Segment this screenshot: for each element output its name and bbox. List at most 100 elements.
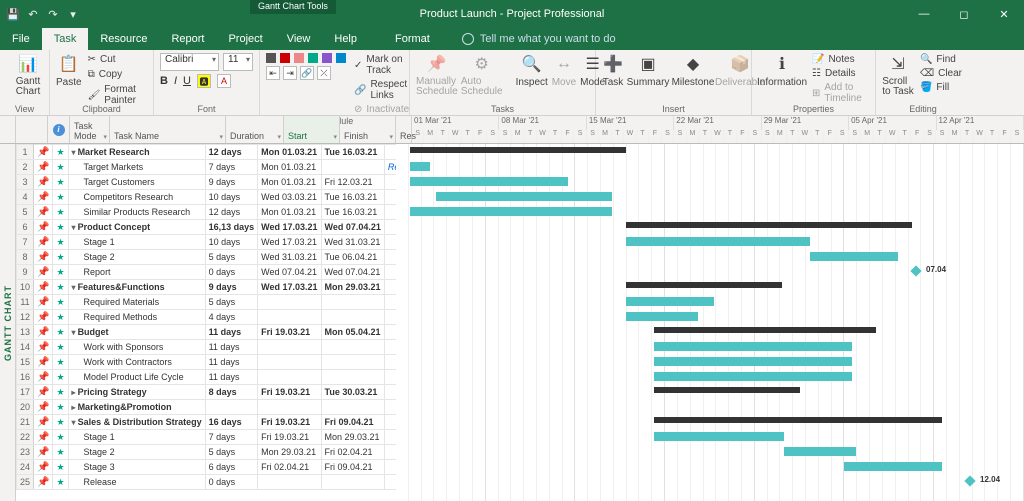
task-mode-cell[interactable]: ★ bbox=[53, 145, 68, 160]
table-row[interactable]: 21📌★▾Sales & Distribution Strategy16 day… bbox=[17, 415, 397, 430]
resource-cell[interactable] bbox=[384, 370, 396, 385]
task-name-cell[interactable]: ▸Marketing&Promotion bbox=[68, 400, 205, 415]
task-mode-cell[interactable]: ★ bbox=[53, 460, 68, 475]
resource-cell[interactable] bbox=[384, 175, 396, 190]
duration-cell[interactable]: 11 days bbox=[205, 325, 258, 340]
task-name-cell[interactable]: Stage 2 bbox=[68, 250, 205, 265]
task-bar[interactable] bbox=[654, 372, 852, 381]
task-name-cell[interactable]: Stage 2 bbox=[68, 445, 205, 460]
task-name-cell[interactable]: Stage 3 bbox=[68, 460, 205, 475]
duration-cell[interactable]: 0 days bbox=[205, 475, 258, 490]
task-name-cell[interactable]: Similar Products Research bbox=[68, 205, 205, 220]
outdent-button[interactable]: ⇤ bbox=[266, 66, 280, 80]
fill-button[interactable]: 🪣Fill bbox=[918, 81, 964, 94]
task-name-cell[interactable]: ▾Sales & Distribution Strategy bbox=[68, 415, 205, 430]
duration-cell[interactable]: 11 days bbox=[205, 370, 258, 385]
task-bar[interactable] bbox=[410, 177, 568, 186]
table-row[interactable]: 25📌★Release0 days bbox=[17, 475, 397, 490]
qat-dropdown-icon[interactable]: ▾ bbox=[66, 7, 80, 21]
start-cell[interactable]: Wed 03.03.21 bbox=[258, 190, 321, 205]
finish-cell[interactable]: Fri 02.04.21 bbox=[321, 445, 384, 460]
find-button[interactable]: 🔍Find bbox=[918, 53, 964, 66]
task-name-cell[interactable]: Target Markets bbox=[68, 160, 205, 175]
task-name-cell[interactable]: Work with Contractors bbox=[68, 355, 205, 370]
resource-cell[interactable]: Report bbox=[384, 160, 396, 175]
row-number[interactable]: 9 bbox=[17, 265, 34, 280]
start-cell[interactable]: Mon 29.03.21 bbox=[258, 445, 321, 460]
row-number-header[interactable] bbox=[16, 116, 48, 143]
row-number[interactable]: 22 bbox=[17, 430, 34, 445]
start-cell[interactable]: Fri 02.04.21 bbox=[258, 460, 321, 475]
task-mode-cell[interactable]: ★ bbox=[53, 325, 68, 340]
task-button[interactable]: ➕Task bbox=[602, 53, 624, 88]
task-bar[interactable] bbox=[626, 237, 810, 246]
finish-cell[interactable]: Wed 31.03.21 bbox=[321, 235, 384, 250]
summary-bar[interactable] bbox=[654, 327, 876, 333]
row-number[interactable]: 24 bbox=[17, 460, 34, 475]
info-cell[interactable]: 📌 bbox=[34, 145, 53, 160]
duration-cell[interactable]: 9 days bbox=[205, 175, 258, 190]
finish-cell[interactable] bbox=[321, 355, 384, 370]
duration-cell[interactable]: 11 days bbox=[205, 340, 258, 355]
table-row[interactable]: 24📌★Stage 36 daysFri 02.04.21Fri 09.04.2… bbox=[17, 460, 397, 475]
row-number[interactable]: 1 bbox=[17, 145, 34, 160]
task-bar[interactable] bbox=[410, 207, 612, 216]
duration-cell[interactable]: 12 days bbox=[205, 205, 258, 220]
notes-button[interactable]: 📝Notes bbox=[810, 53, 869, 66]
cut-button[interactable]: ✂Cut bbox=[86, 53, 147, 66]
resource-cell[interactable] bbox=[384, 250, 396, 265]
duration-cell[interactable]: 7 days bbox=[205, 160, 258, 175]
info-cell[interactable]: 📌 bbox=[34, 370, 53, 385]
task-mode-cell[interactable]: ★ bbox=[53, 265, 68, 280]
duration-cell[interactable]: 12 days bbox=[205, 145, 258, 160]
finish-cell[interactable] bbox=[321, 400, 384, 415]
row-number[interactable]: 5 bbox=[17, 205, 34, 220]
start-cell[interactable]: Wed 07.04.21 bbox=[258, 265, 321, 280]
table-row[interactable]: 17📌★▸Pricing Strategy8 daysFri 19.03.21T… bbox=[17, 385, 397, 400]
task-mode-cell[interactable]: ★ bbox=[53, 385, 68, 400]
row-number[interactable]: 8 bbox=[17, 250, 34, 265]
table-row[interactable]: 11📌★Required Materials5 days bbox=[17, 295, 397, 310]
task-name-cell[interactable]: ▾Product Concept bbox=[68, 220, 205, 235]
task-mode-cell[interactable]: ★ bbox=[53, 430, 68, 445]
font-family-select[interactable]: Calibri bbox=[160, 53, 219, 71]
info-cell[interactable]: 📌 bbox=[34, 235, 53, 250]
finish-header[interactable]: Finish▾ bbox=[340, 116, 396, 143]
info-cell[interactable]: 📌 bbox=[34, 430, 53, 445]
resource-cell[interactable] bbox=[384, 400, 396, 415]
info-column-header[interactable]: i bbox=[48, 116, 70, 143]
finish-cell[interactable]: Wed 07.04.21 bbox=[321, 265, 384, 280]
summary-bar[interactable] bbox=[626, 222, 912, 228]
save-icon[interactable]: 💾 bbox=[6, 7, 20, 21]
bold-button[interactable]: B bbox=[160, 75, 168, 87]
finish-cell[interactable]: Tue 16.03.21 bbox=[321, 205, 384, 220]
add-to-timeline-button[interactable]: ⊞Add to Timeline bbox=[810, 81, 869, 105]
fill-color-button[interactable]: 🅰 bbox=[197, 74, 211, 88]
row-number[interactable]: 21 bbox=[17, 415, 34, 430]
table-row[interactable]: 9📌★Report0 daysWed 07.04.21Wed 07.04.21 bbox=[17, 265, 397, 280]
respect-links-button[interactable]: 🔗Respect Links bbox=[352, 78, 411, 102]
table-row[interactable]: 3📌★Target Customers9 daysMon 01.03.21Fri… bbox=[17, 175, 397, 190]
task-name-cell[interactable]: Release bbox=[68, 475, 205, 490]
row-number[interactable]: 12 bbox=[17, 310, 34, 325]
task-name-cell[interactable]: ▾Market Research bbox=[68, 145, 205, 160]
duration-cell[interactable]: 5 days bbox=[205, 295, 258, 310]
table-row[interactable]: 10📌★▾Features&Functions9 daysWed 17.03.2… bbox=[17, 280, 397, 295]
start-cell[interactable] bbox=[258, 370, 321, 385]
resource-cell[interactable] bbox=[384, 310, 396, 325]
info-cell[interactable]: 📌 bbox=[34, 340, 53, 355]
clear-button[interactable]: ⌫Clear bbox=[918, 67, 964, 80]
resource-cell[interactable] bbox=[384, 325, 396, 340]
start-header[interactable]: Start▾ bbox=[284, 116, 340, 143]
row-number[interactable]: 15 bbox=[17, 355, 34, 370]
resource-cell[interactable] bbox=[384, 220, 396, 235]
resource-cell[interactable] bbox=[384, 430, 396, 445]
milestone-button[interactable]: ◆Milestone bbox=[672, 53, 714, 88]
finish-cell[interactable]: Tue 16.03.21 bbox=[321, 190, 384, 205]
task-name-header[interactable]: Task Name▾ bbox=[110, 116, 226, 143]
start-cell[interactable] bbox=[258, 475, 321, 490]
task-name-cell[interactable]: ▸Pricing Strategy bbox=[68, 385, 205, 400]
resource-cell[interactable] bbox=[384, 265, 396, 280]
redo-icon[interactable]: ↷ bbox=[46, 7, 60, 21]
task-bar[interactable] bbox=[810, 252, 898, 261]
